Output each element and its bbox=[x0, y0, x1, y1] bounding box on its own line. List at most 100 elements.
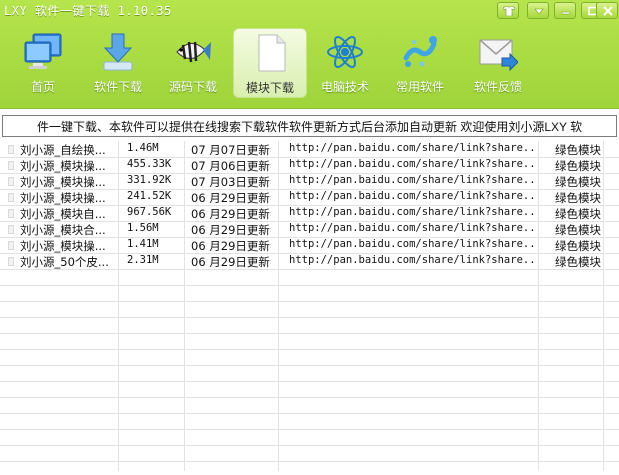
cell-size: 455.33K bbox=[127, 158, 172, 170]
nav-common-software-label: 常用软件 bbox=[395, 80, 444, 94]
cell-date: 07 月06日更新 bbox=[191, 159, 270, 173]
monitor-icon bbox=[24, 33, 62, 69]
row-marker bbox=[8, 177, 14, 186]
main-toolbar: 首页 软件下载 源码下载 模块下载 电脑技术 常用软件 软件反馈 bbox=[0, 26, 619, 102]
cell-name: 刘小源_模块操... bbox=[20, 239, 106, 253]
cell-url: http://pan.baidu.com/share/link?share... bbox=[289, 158, 537, 170]
empty-table-row bbox=[0, 285, 619, 302]
cell-url: http://pan.baidu.com/share/link?share... bbox=[289, 254, 537, 266]
table-row[interactable]: 刘小源_50个皮... 2.31M 06 月29日更新 http://pan.baid… bbox=[0, 253, 619, 270]
cell-date: 06 月29日更新 bbox=[191, 207, 270, 221]
minimize-icon bbox=[561, 11, 571, 15]
cell-date: 06 月29日更新 bbox=[191, 191, 270, 205]
module-list[interactable]: 刘小源_自绘换... 1.46M 07 月07日更新 http://pan.baidu… bbox=[0, 141, 619, 471]
cell-size: 2.31M bbox=[127, 254, 159, 266]
empty-table-row bbox=[0, 349, 619, 366]
table-row[interactable]: 刘小源_模块操... 241.52K 06 月29日更新 http://pan.bai… bbox=[0, 189, 619, 206]
cell-name: 刘小源_模块操... bbox=[20, 175, 106, 189]
cell-date: 07 月07日更新 bbox=[191, 143, 270, 157]
row-marker bbox=[8, 193, 14, 202]
empty-table-row bbox=[0, 301, 619, 318]
minimize-button[interactable] bbox=[554, 2, 576, 19]
cell-name: 刘小源_模块自... bbox=[20, 207, 106, 221]
nav-common-software[interactable]: 常用软件 bbox=[386, 30, 454, 98]
empty-table-row bbox=[0, 269, 619, 286]
menu-button[interactable] bbox=[527, 2, 549, 19]
mail-icon bbox=[479, 39, 518, 72]
splash-icon bbox=[403, 36, 437, 67]
empty-table-row bbox=[0, 429, 619, 446]
notice-text: 件一键下载、本软件可以提供在线搜索下载软件软件更新方式后台添加自动更新 欢迎使用… bbox=[37, 120, 583, 134]
table-row[interactable]: 刘小源_模块操... 1.41M 06 月29日更新 http://pan.baidu… bbox=[0, 237, 619, 254]
nav-source-download-label: 源码下载 bbox=[168, 80, 217, 94]
nav-pc-tech[interactable]: 电脑技术 bbox=[311, 30, 379, 98]
nav-module-download[interactable]: 模块下载 bbox=[233, 28, 307, 98]
cell-date: 07 月03日更新 bbox=[191, 175, 270, 189]
table-row[interactable]: 刘小源_模块自... 967.56K 06 月29日更新 http://pan.bai… bbox=[0, 205, 619, 222]
empty-table-row bbox=[0, 317, 619, 334]
cell-size: 1.46M bbox=[127, 142, 159, 154]
table-row[interactable]: 刘小源_模块操... 455.33K 07 月06日更新 http://pan.bai… bbox=[0, 157, 619, 174]
atom-icon bbox=[327, 35, 363, 69]
content-area: 件一键下载、本软件可以提供在线搜索下载软件软件更新方式后台添加自动更新 欢迎使用… bbox=[0, 108, 619, 475]
cell-name: 刘小源_50个皮... bbox=[20, 255, 109, 269]
document-icon bbox=[258, 34, 286, 72]
cell-size: 241.52K bbox=[127, 190, 172, 202]
cell-type: 绿色模块 bbox=[555, 143, 601, 157]
row-marker bbox=[8, 161, 14, 170]
cell-date: 06 月29日更新 bbox=[191, 223, 270, 237]
notice-marquee: 件一键下载、本软件可以提供在线搜索下载软件软件更新方式后台添加自动更新 欢迎使用… bbox=[2, 115, 617, 137]
cell-name: 刘小源_模块操... bbox=[20, 191, 106, 205]
nav-home-label: 首页 bbox=[30, 80, 55, 94]
download-arrow-icon bbox=[103, 33, 133, 71]
row-marker bbox=[8, 241, 14, 250]
cell-type: 绿色模块 bbox=[555, 159, 601, 173]
table-row[interactable]: 刘小源_模块合... 1.56M 06 月29日更新 http://pan.baidu… bbox=[0, 221, 619, 238]
empty-table-row bbox=[0, 333, 619, 350]
window-title: LXY 软件一键下载 1.10.35 bbox=[4, 4, 172, 18]
cell-size: 1.41M bbox=[127, 238, 159, 250]
nav-pc-tech-label: 电脑技术 bbox=[320, 80, 369, 94]
nav-module-download-label: 模块下载 bbox=[245, 81, 294, 95]
nav-feedback-label: 软件反馈 bbox=[473, 80, 522, 94]
cell-url: http://pan.baidu.com/share/link?share... bbox=[289, 238, 537, 250]
cell-url: http://pan.baidu.com/share/link?share... bbox=[289, 206, 537, 218]
cell-type: 绿色模块 bbox=[555, 191, 601, 205]
nav-home[interactable]: 首页 bbox=[9, 30, 77, 98]
table-row[interactable]: 刘小源_自绘换... 1.46M 07 月07日更新 http://pan.baidu… bbox=[0, 141, 619, 158]
skin-icon bbox=[503, 6, 515, 16]
cell-size: 331.92K bbox=[127, 174, 172, 186]
cell-url: http://pan.baidu.com/share/link?share... bbox=[289, 174, 537, 186]
cell-name: 刘小源_模块合... bbox=[20, 223, 106, 237]
cell-size: 1.56M bbox=[127, 222, 159, 234]
cell-url: http://pan.baidu.com/share/link?share... bbox=[289, 222, 537, 234]
cell-url: http://pan.baidu.com/share/link?share... bbox=[289, 142, 537, 154]
nav-software-download[interactable]: 软件下载 bbox=[84, 30, 152, 98]
cell-size: 967.56K bbox=[127, 206, 172, 218]
menu-icon bbox=[534, 8, 544, 15]
cell-type: 绿色模块 bbox=[555, 207, 601, 221]
close-icon bbox=[603, 6, 613, 16]
row-marker bbox=[8, 209, 14, 218]
cell-type: 绿色模块 bbox=[555, 255, 601, 269]
table-row[interactable]: 刘小源_模块操... 331.92K 07 月03日更新 http://pan.bai… bbox=[0, 173, 619, 190]
row-marker bbox=[8, 225, 14, 234]
empty-table-row bbox=[0, 381, 619, 398]
nav-feedback[interactable]: 软件反馈 bbox=[464, 30, 532, 98]
cell-type: 绿色模块 bbox=[555, 223, 601, 237]
row-marker bbox=[8, 257, 14, 266]
nav-source-download[interactable]: 源码下载 bbox=[159, 30, 227, 98]
cell-name: 刘小源_自绘换... bbox=[20, 143, 106, 157]
title-bar[interactable]: LXY 软件一键下载 1.10.35 bbox=[0, 0, 619, 22]
cell-date: 06 月29日更新 bbox=[191, 255, 270, 269]
fish-icon bbox=[176, 41, 211, 63]
skin-button[interactable] bbox=[497, 2, 519, 19]
app-window: LXY 软件一键下载 1.10.35 首页 软件下载 源码下载 模块下载 电脑技… bbox=[0, 0, 619, 475]
empty-table-row bbox=[0, 413, 619, 430]
cell-type: 绿色模块 bbox=[555, 175, 601, 189]
close-button[interactable] bbox=[596, 2, 618, 19]
cell-type: 绿色模块 bbox=[555, 239, 601, 253]
cell-url: http://pan.baidu.com/share/link?share... bbox=[289, 190, 537, 202]
empty-table-row bbox=[0, 445, 619, 462]
cell-date: 06 月29日更新 bbox=[191, 239, 270, 253]
